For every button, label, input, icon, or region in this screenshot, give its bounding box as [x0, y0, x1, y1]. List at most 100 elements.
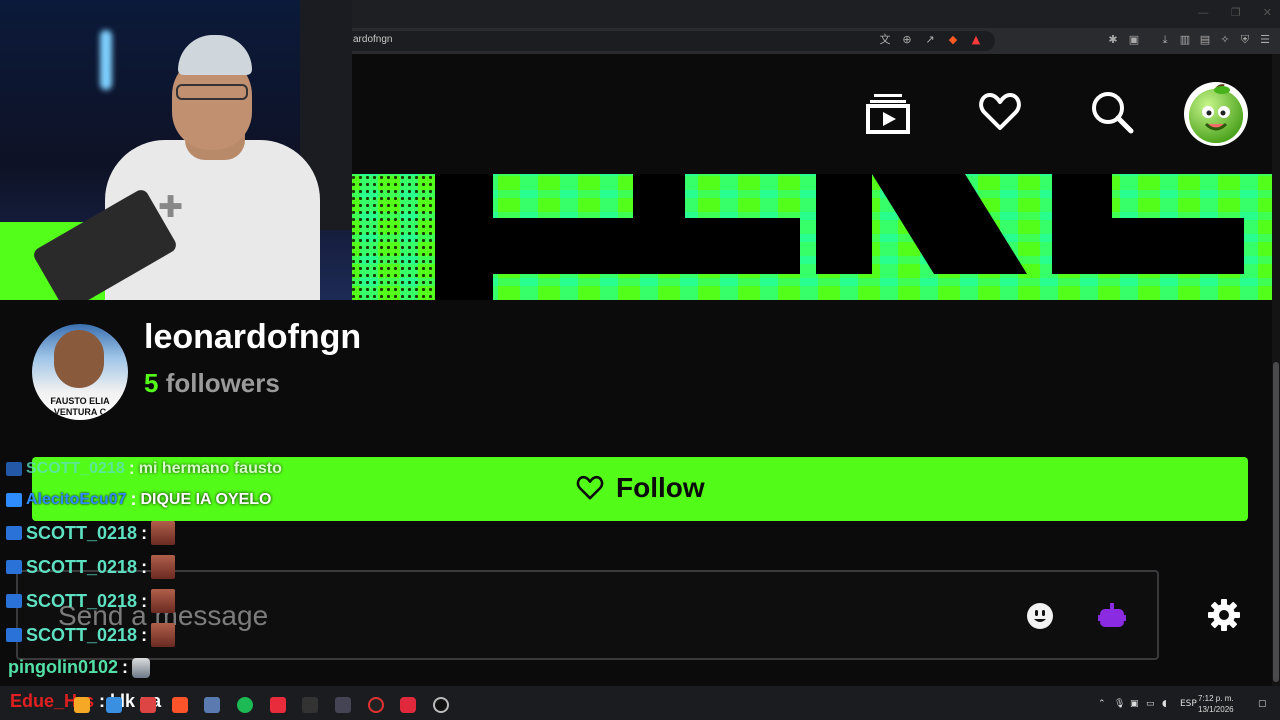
brave-rewards-icon[interactable]: ▲: [969, 33, 983, 47]
menu-icon[interactable]: ☰: [1258, 33, 1272, 47]
chat-message: SCOTT_0218 :: [6, 589, 176, 613]
chat-message: SCOTT_0218 :: [6, 521, 176, 545]
webcam-overlay: ✚: [0, 0, 352, 300]
chat-emote: [132, 657, 151, 678]
notifications-icon[interactable]: ▢: [1258, 699, 1267, 709]
chat-separator: :: [122, 657, 129, 677]
file-explorer-icon[interactable]: [74, 697, 90, 713]
address-bar[interactable]: [340, 31, 995, 51]
app-icon[interactable]: [106, 697, 122, 713]
webcam-light: [100, 30, 112, 90]
steam-icon[interactable]: [433, 697, 449, 713]
clock-date: 13/1/2026: [1198, 705, 1234, 714]
chat-text: DIQUE IA OYELO: [140, 490, 272, 508]
chat-message: SCOTT_0218 :: [6, 555, 176, 579]
emoji-icon[interactable]: [1027, 603, 1053, 629]
scrollbar-thumb[interactable]: [1273, 362, 1279, 682]
wallet-icon[interactable]: ▤: [1198, 33, 1212, 47]
chat-message: pingolin0102 :: [8, 657, 151, 678]
chat-message: SCOTT_0218 :: [6, 623, 176, 647]
chat-badge-icon: [6, 492, 22, 507]
chat-username: SCOTT_0218: [26, 590, 138, 611]
chat-text: mi hermano fausto: [138, 459, 282, 477]
app-icon[interactable]: [140, 697, 156, 713]
network-icon[interactable]: ▭: [1146, 699, 1155, 709]
app-icon[interactable]: [335, 697, 351, 713]
window-controls: — ❐ ✕: [1198, 6, 1272, 19]
microphone-icon[interactable]: 🎙︎: [1114, 699, 1125, 709]
chat-separator: :: [141, 556, 148, 577]
banner-shape: [1052, 174, 1112, 274]
chat-message: SCOTT_0218 : mi hermano fausto: [6, 458, 282, 479]
profile-avatar-face: [54, 330, 104, 388]
spotify-icon[interactable]: [237, 697, 253, 713]
system-clock[interactable]: 7:12 p. m. 13/1/2026: [1198, 693, 1234, 715]
zoom-icon[interactable]: ⊕: [900, 33, 914, 47]
chat-username: SCOTT_0218: [26, 459, 125, 477]
chat-separator: :: [141, 624, 148, 645]
follower-count: 5 followers: [144, 368, 280, 399]
chat-badge-icon: [6, 526, 22, 540]
brave-icon[interactable]: [172, 697, 188, 713]
chat-emote: [151, 555, 176, 579]
follow-button-label: Follow: [616, 472, 705, 503]
minimize-button[interactable]: —: [1198, 6, 1209, 19]
vpn-icon[interactable]: ⛨: [1238, 33, 1252, 47]
profile-avatar[interactable]: FAUSTO ELIA VENTURA C: [32, 324, 128, 420]
close-button[interactable]: ✕: [1263, 6, 1272, 19]
search-icon[interactable]: [1090, 90, 1134, 134]
user-avatar[interactable]: [1184, 82, 1248, 146]
chat-separator: :: [130, 489, 137, 509]
calculator-icon[interactable]: [204, 697, 220, 713]
restore-button[interactable]: ❐: [1231, 6, 1241, 19]
clock-time: 7:12 p. m.: [1198, 694, 1234, 703]
profile-avatar-text: FAUSTO ELIA: [50, 396, 110, 406]
leo-ai-icon[interactable]: ✧: [1218, 33, 1232, 47]
chat-badge-icon: [6, 628, 22, 642]
settings-icon[interactable]: [1207, 598, 1241, 632]
tab-icon[interactable]: ▣: [1127, 33, 1141, 47]
chat-username: SCOTT_0218: [26, 556, 138, 577]
streamer-cap: [178, 35, 252, 75]
profile-avatar-text: VENTURA C: [53, 407, 107, 417]
chat-separator: :: [141, 590, 148, 611]
clips-icon[interactable]: [866, 90, 910, 134]
chat-badge-icon: [6, 461, 22, 476]
heart-icon[interactable]: [978, 90, 1022, 134]
chat-emote: [151, 623, 176, 647]
chat-badge-icon: [6, 560, 22, 574]
banner-shape: [435, 174, 493, 300]
share-icon[interactable]: ↗: [923, 33, 937, 47]
banner-shape: [630, 218, 800, 274]
bot-icon[interactable]: [1098, 603, 1126, 629]
brave-shield-icon[interactable]: ◆: [946, 33, 960, 47]
obs-icon[interactable]: [368, 697, 384, 713]
app-icon[interactable]: [302, 697, 318, 713]
sidebar-icon[interactable]: ▥: [1178, 33, 1192, 47]
language-indicator[interactable]: ESP: [1180, 699, 1197, 709]
volume-icon[interactable]: ◖: [1162, 699, 1167, 709]
tray-chevron-icon[interactable]: ⌃: [1098, 699, 1106, 709]
heart-icon: [576, 475, 604, 500]
capcut-icon[interactable]: [270, 697, 286, 713]
streamer-glasses: [176, 84, 248, 100]
extensions-icon[interactable]: ✱: [1106, 33, 1120, 47]
banner-shape: [493, 218, 633, 274]
translate-icon[interactable]: 文: [878, 33, 892, 47]
tray-app-icon[interactable]: ▣: [1130, 699, 1139, 709]
chat-separator: :: [141, 522, 148, 543]
screen: — ❐ ✕ ardofngn 文 ⊕ ↗ ◆ ▲ ✱ ▣ ⤓ ▥ ▤ ✧ ⛨ ☰: [0, 0, 1280, 720]
follow-button-content[interactable]: Follow: [576, 472, 705, 504]
followers-label: followers: [165, 368, 280, 398]
download-icon[interactable]: ⤓: [1158, 33, 1172, 47]
chat-username: SCOTT_0218: [26, 624, 138, 645]
app-icon[interactable]: [400, 697, 416, 713]
follower-number: 5: [144, 368, 159, 398]
address-bar-text[interactable]: ardofngn: [353, 34, 392, 45]
chat-emote: [151, 521, 176, 545]
chat-emote: [151, 589, 176, 613]
channel-username: leonardofngn: [144, 318, 362, 356]
chat-message: AlecitoEcu07 : DIQUE IA OYELO: [6, 489, 271, 510]
banner-shape: [816, 174, 872, 274]
chat-badge-icon: [6, 594, 22, 608]
